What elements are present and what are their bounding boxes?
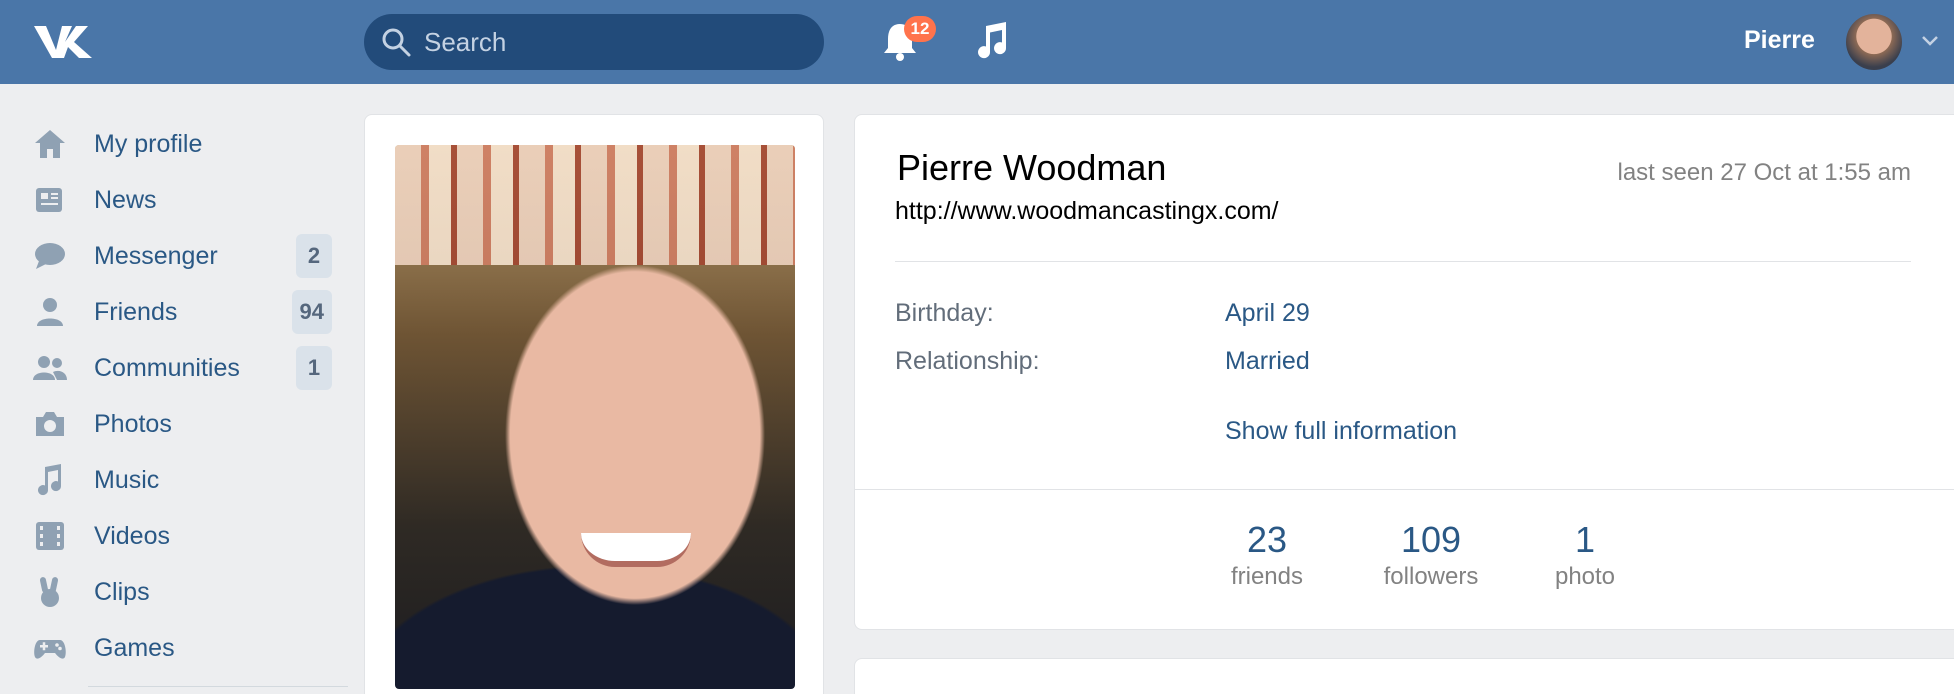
news-icon: [36, 188, 62, 212]
sidebar-item-music[interactable]: Music: [26, 452, 336, 508]
sidebar-item-messenger[interactable]: Messenger 2: [26, 228, 336, 284]
sidebar-item-label: Music: [94, 465, 160, 494]
birthday-label: Birthday:: [895, 299, 994, 327]
sidebar-item-communities[interactable]: Communities 1: [26, 340, 336, 396]
page-title: Pierre Woodman: [897, 147, 1167, 188]
photo-detail: [581, 533, 691, 567]
search-box[interactable]: [364, 14, 824, 70]
friends-icon: [37, 298, 63, 326]
relationship-value[interactable]: Married: [1225, 347, 1310, 376]
top-bar: 12 Pierre: [0, 0, 1954, 84]
birthday-value[interactable]: April 29: [1225, 299, 1310, 328]
divider: [855, 489, 1954, 490]
messenger-icon: [35, 243, 65, 269]
photos-counter[interactable]: 1 photo: [1525, 519, 1645, 591]
sidebar-item-news[interactable]: News: [26, 172, 336, 228]
sidebar-item-label: Friends: [94, 297, 178, 326]
website-link[interactable]: http://www.woodmancastingx.com/: [895, 197, 1279, 226]
user-name[interactable]: Pierre: [1744, 26, 1815, 55]
counter-caption: friends: [1230, 563, 1304, 590]
sidebar-item-label: Clips: [94, 577, 150, 606]
film-icon: [36, 522, 64, 550]
gamepad-icon: [34, 640, 66, 659]
chevron-down-icon[interactable]: [1920, 34, 1940, 48]
counter-number: 1: [1574, 519, 1596, 560]
friends-count: 94: [291, 290, 332, 334]
profile-photo[interactable]: [395, 145, 795, 689]
sidebar-item-label: Games: [94, 633, 175, 662]
divider: [895, 261, 1911, 262]
clips-icon: [39, 577, 59, 607]
avatar[interactable]: [1846, 14, 1902, 70]
sidebar: My profile News Messenger 2 Friends 94 C…: [26, 116, 348, 687]
sidebar-item-label: Communities: [94, 353, 240, 382]
show-full-info-link[interactable]: Show full information: [1225, 417, 1457, 446]
sidebar-item-label: Photos: [94, 409, 172, 438]
vk-logo-icon[interactable]: [32, 20, 102, 64]
sidebar-item-clips[interactable]: Clips: [26, 564, 336, 620]
sidebar-item-my-profile[interactable]: My profile: [26, 116, 336, 172]
counter-caption: followers: [1383, 563, 1479, 590]
camera-icon: [36, 412, 64, 436]
search-icon: [382, 28, 411, 57]
sidebar-item-label: My profile: [94, 129, 203, 158]
sidebar-item-label: Videos: [94, 521, 170, 550]
notifications-badge: 12: [904, 16, 936, 42]
communities-count: 1: [296, 346, 332, 390]
photo-background: [395, 145, 795, 265]
sidebar-item-videos[interactable]: Videos: [26, 508, 336, 564]
profile-info-card: Pierre Woodman last seen 27 Oct at 1:55 …: [854, 114, 1954, 630]
search-input[interactable]: [424, 26, 784, 58]
sidebar-divider: [88, 686, 348, 687]
sidebar-item-friends[interactable]: Friends 94: [26, 284, 336, 340]
counter-number: 109: [1400, 519, 1462, 560]
sidebar-item-label: News: [94, 185, 157, 214]
home-icon: [35, 130, 65, 158]
followers-counter[interactable]: 109 followers: [1361, 519, 1501, 591]
last-seen-status: last seen 27 Oct at 1:55 am: [1617, 159, 1912, 186]
music-icon[interactable]: [972, 20, 1012, 62]
counter-caption: photo: [1554, 563, 1616, 590]
messenger-count: 2: [296, 234, 332, 278]
next-section-card: [854, 658, 1954, 694]
sidebar-item-label: Messenger: [94, 241, 218, 270]
sidebar-item-games[interactable]: Games: [26, 620, 336, 676]
sidebar-item-photos[interactable]: Photos: [26, 396, 336, 452]
relationship-label: Relationship:: [895, 347, 1040, 375]
music-icon: [38, 464, 62, 496]
counter-number: 23: [1246, 519, 1288, 560]
friends-counter[interactable]: 23 friends: [1207, 519, 1327, 591]
profile-photo-card: [364, 114, 824, 694]
communities-icon: [33, 356, 67, 380]
